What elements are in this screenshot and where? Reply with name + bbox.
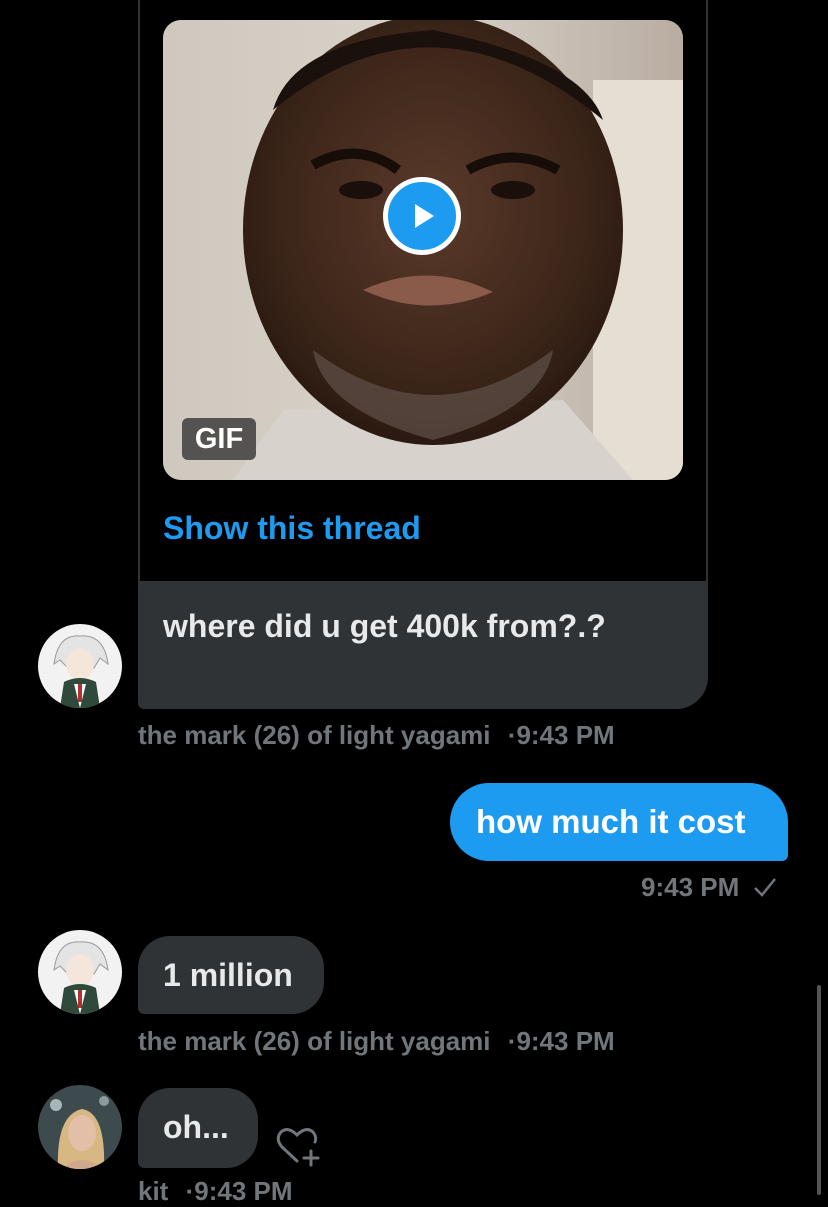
scrollbar[interactable]: [817, 985, 821, 1195]
message-bubble-outgoing[interactable]: how much it cost: [450, 783, 788, 861]
sender-name: the mark (26) of light yagami: [138, 1026, 491, 1056]
message-meta: kit ·9:43 PM: [138, 1176, 293, 1207]
avatar-the-mark[interactable]: [38, 930, 122, 1014]
message-meta: the mark (26) of light yagami ·9:43 PM: [138, 720, 615, 751]
heart-add-icon[interactable]: [273, 1121, 321, 1169]
show-thread-link[interactable]: Show this thread: [163, 510, 421, 547]
message-time: 9:43 PM: [641, 872, 740, 902]
play-icon: [415, 204, 434, 228]
message-bubble-incoming[interactable]: where did u get 400k from?.?: [138, 581, 708, 709]
gif-badge: GIF: [182, 418, 256, 460]
message-bubble-incoming[interactable]: oh...: [138, 1088, 258, 1168]
avatar-the-mark[interactable]: [38, 624, 122, 708]
play-button[interactable]: [383, 177, 461, 255]
message-time: 9:43 PM: [194, 1176, 293, 1206]
message-time: 9:43 PM: [516, 720, 615, 750]
avatar-kit[interactable]: [38, 1085, 122, 1169]
message-meta: the mark (26) of light yagami ·9:43 PM: [138, 1026, 615, 1057]
message-time: 9:43 PM: [516, 1026, 615, 1056]
meta-separator: ·: [185, 1176, 195, 1206]
message-bubble-incoming[interactable]: 1 million: [138, 936, 324, 1014]
message-meta-outgoing: 9:43 PM: [641, 872, 777, 903]
checkmark-icon: [753, 878, 776, 897]
sender-name: the mark (26) of light yagami: [138, 720, 491, 750]
sender-name: kit: [138, 1176, 169, 1206]
